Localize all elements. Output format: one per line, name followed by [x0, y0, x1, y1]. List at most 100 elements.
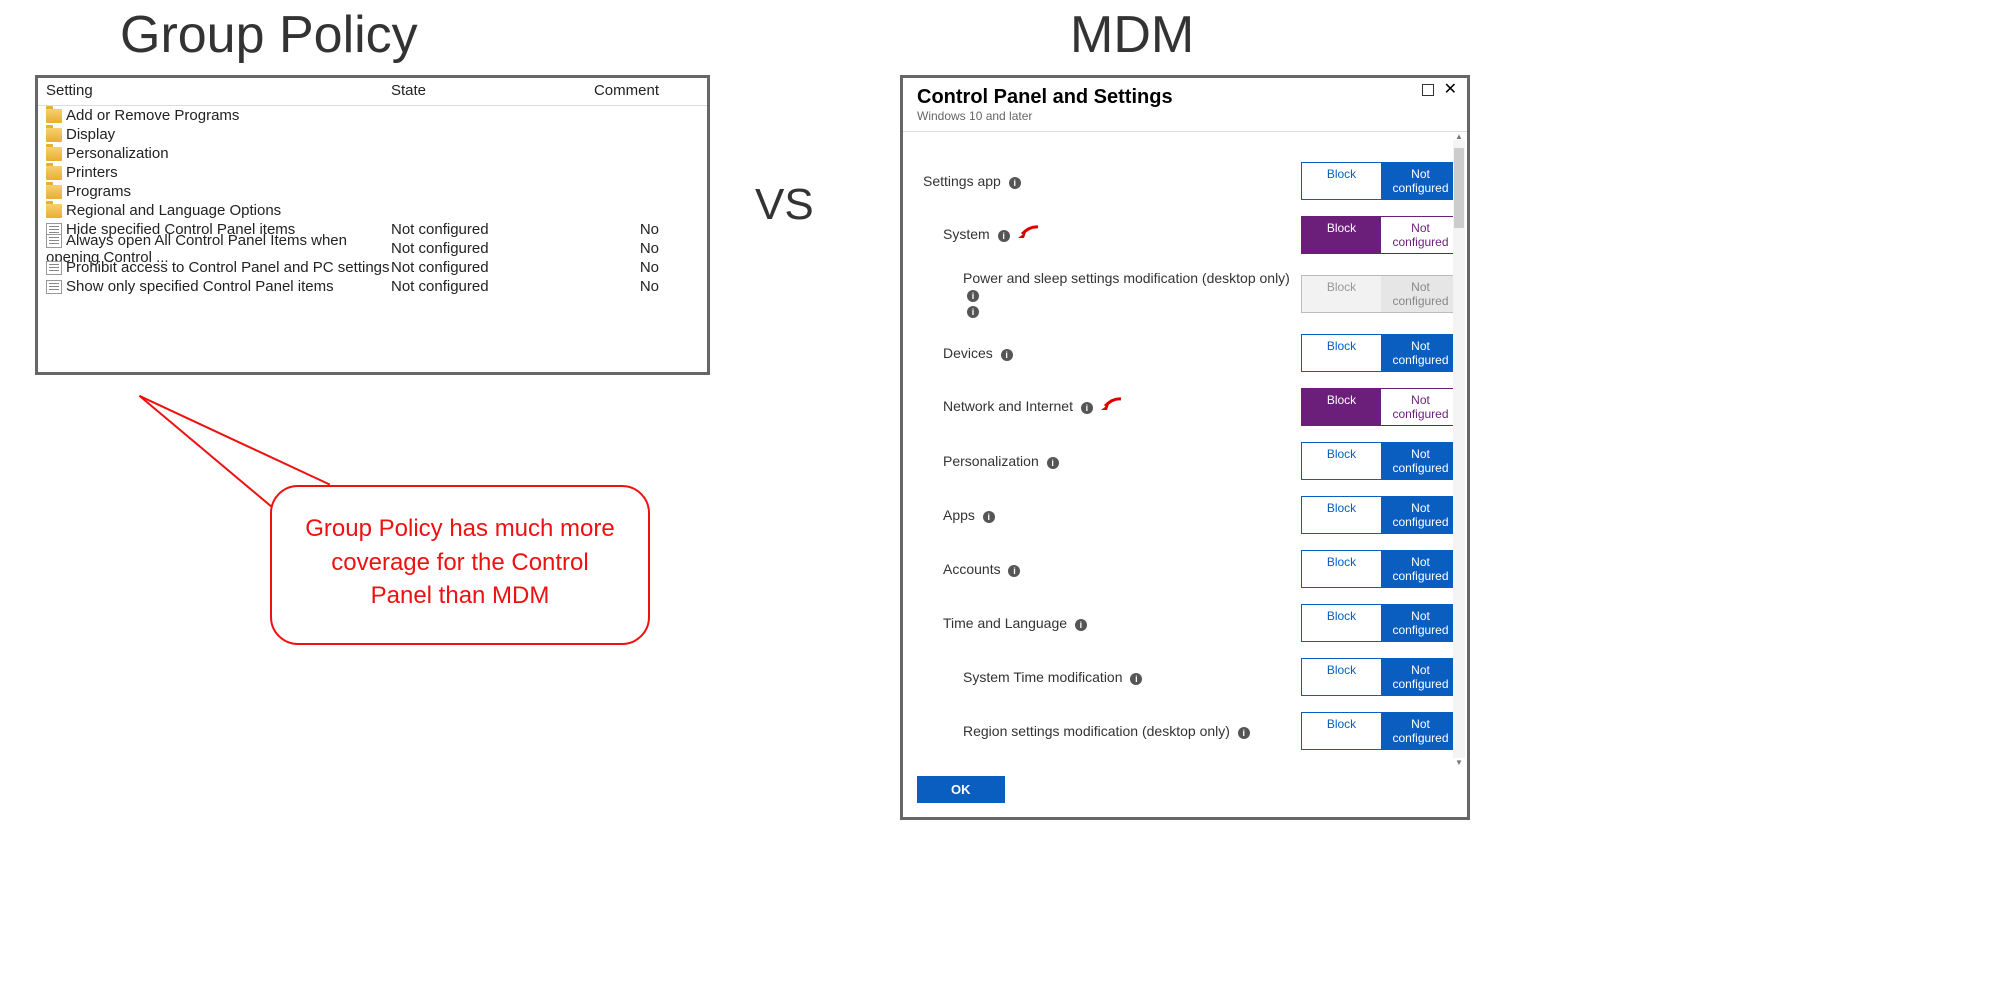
folder-icon	[46, 147, 62, 161]
gp-folder-row[interactable]: Personalization	[38, 144, 707, 163]
gp-folder-row[interactable]: Regional and Language Options	[38, 201, 707, 220]
title-mdm: MDM	[1070, 5, 1194, 65]
gp-policy-state: Not configured	[391, 240, 546, 257]
gp-policy-comment: No	[546, 278, 699, 295]
mdm-title: Control Panel and Settings	[917, 86, 1453, 109]
policy-icon	[46, 280, 62, 294]
callout-pointer-line	[139, 395, 330, 486]
toggle-group: BlockNot configured	[1301, 388, 1461, 426]
mdm-setting-label: Power and sleep settings modification (d…	[923, 270, 1301, 318]
toggle-block-button[interactable]: Block	[1302, 389, 1381, 425]
callout-text: Group Policy has much more coverage for …	[305, 515, 614, 609]
info-icon[interactable]: i	[1081, 402, 1093, 414]
mdm-footer: OK	[903, 766, 1467, 817]
mdm-setting-label: Accounts i	[923, 561, 1301, 577]
mdm-setting-row: Network and Internet iBlockNot configure…	[923, 388, 1461, 426]
info-icon[interactable]: i	[1075, 619, 1087, 631]
toggle-notconfigured-button[interactable]: Not configured	[1381, 551, 1460, 587]
mdm-setting-label: Time and Language i	[923, 615, 1301, 631]
gp-policy-comment: No	[546, 240, 699, 257]
toggle-notconfigured-button[interactable]: Not configured	[1381, 497, 1460, 533]
gp-folder-row[interactable]: Display	[38, 125, 707, 144]
toggle-notconfigured-button[interactable]: Not configured	[1381, 217, 1460, 253]
info-icon[interactable]: i	[1001, 349, 1013, 361]
mdm-setting-row: System iBlockNot configured	[923, 216, 1461, 254]
vs-label: VS	[755, 180, 814, 230]
maximize-icon[interactable]	[1422, 84, 1434, 96]
toggle-notconfigured-button[interactable]: Not configured	[1381, 443, 1460, 479]
toggle-group: BlockNot configured	[1301, 658, 1461, 696]
gp-policy-label: Show only specified Control Panel items	[66, 278, 334, 295]
toggle-notconfigured-button[interactable]: Not configured	[1381, 335, 1460, 371]
gp-policy-comment: No	[546, 221, 699, 238]
info-icon[interactable]: i	[1008, 565, 1020, 577]
mdm-body: Settings app iBlockNot configuredSystem …	[903, 132, 1467, 766]
folder-icon	[46, 166, 62, 180]
mdm-scrollbar[interactable]: ▲ ▼	[1453, 132, 1465, 766]
mdm-setting-row: Time and Language iBlockNot configured	[923, 604, 1461, 642]
policy-icon	[46, 234, 62, 248]
gp-folder-label: Display	[66, 126, 115, 143]
gp-col-setting-header[interactable]: Setting	[46, 82, 391, 99]
info-icon[interactable]: i	[1009, 177, 1021, 189]
folder-icon	[46, 185, 62, 199]
toggle-block-button[interactable]: Block	[1302, 163, 1381, 199]
mdm-setting-row: Personalization iBlockNot configured	[923, 442, 1461, 480]
toggle-block-button[interactable]: Block	[1302, 276, 1381, 312]
toggle-notconfigured-button[interactable]: Not configured	[1381, 276, 1460, 312]
toggle-group: BlockNot configured	[1301, 216, 1461, 254]
gp-col-comment-header[interactable]: Comment	[546, 82, 699, 99]
toggle-group: BlockNot configured	[1301, 162, 1461, 200]
mdm-setting-label: Devices i	[923, 345, 1301, 361]
mdm-header: Control Panel and Settings Windows 10 an…	[903, 78, 1467, 132]
mdm-setting-row: Devices iBlockNot configured	[923, 334, 1461, 372]
toggle-block-button[interactable]: Block	[1302, 605, 1381, 641]
info-icon[interactable]: i	[983, 511, 995, 523]
gp-folder-label: Printers	[66, 164, 118, 181]
scroll-up-icon[interactable]: ▲	[1453, 132, 1465, 140]
toggle-block-button[interactable]: Block	[1302, 217, 1381, 253]
ok-button[interactable]: OK	[917, 776, 1005, 803]
toggle-notconfigured-button[interactable]: Not configured	[1381, 163, 1460, 199]
toggle-block-button[interactable]: Block	[1302, 443, 1381, 479]
toggle-block-button[interactable]: Block	[1302, 713, 1381, 749]
gp-policy-row[interactable]: Always open All Control Panel Items when…	[38, 239, 707, 258]
toggle-notconfigured-button[interactable]: Not configured	[1381, 713, 1460, 749]
callout-bubble: Group Policy has much more coverage for …	[270, 485, 650, 645]
toggle-block-button[interactable]: Block	[1302, 659, 1381, 695]
mdm-setting-row: Settings app iBlockNot configured	[923, 162, 1461, 200]
toggle-notconfigured-button[interactable]: Not configured	[1381, 605, 1460, 641]
gp-col-state-header[interactable]: State	[391, 82, 546, 99]
info-icon[interactable]: i	[1238, 727, 1250, 739]
toggle-block-button[interactable]: Block	[1302, 551, 1381, 587]
mdm-setting-row: Apps iBlockNot configured	[923, 496, 1461, 534]
info-icon[interactable]: i	[967, 290, 979, 302]
toggle-block-button[interactable]: Block	[1302, 335, 1381, 371]
mdm-setting-row: Region settings modification (desktop on…	[923, 712, 1461, 750]
folder-icon	[46, 109, 62, 123]
mdm-setting-label: System Time modification i	[923, 669, 1301, 685]
info-icon[interactable]: i	[998, 230, 1010, 242]
gp-policy-row[interactable]: Prohibit access to Control Panel and PC …	[38, 258, 707, 277]
gp-policy-state: Not configured	[391, 221, 546, 238]
info-icon[interactable]: i	[967, 306, 979, 318]
info-icon[interactable]: i	[1130, 673, 1142, 685]
toggle-notconfigured-button[interactable]: Not configured	[1381, 659, 1460, 695]
gp-policy-row[interactable]: Show only specified Control Panel items N…	[38, 277, 707, 296]
gp-folder-row[interactable]: Programs	[38, 182, 707, 201]
mdm-setting-label: Network and Internet i	[923, 398, 1301, 415]
mdm-setting-label: Apps i	[923, 507, 1301, 523]
toggle-block-button[interactable]: Block	[1302, 497, 1381, 533]
mdm-setting-label: System i	[923, 226, 1301, 243]
scroll-down-icon[interactable]: ▼	[1453, 758, 1465, 766]
gp-folder-row[interactable]: Printers	[38, 163, 707, 182]
toggle-group: BlockNot configured	[1301, 604, 1461, 642]
toggle-notconfigured-button[interactable]: Not configured	[1381, 389, 1460, 425]
scroll-thumb[interactable]	[1454, 148, 1464, 228]
info-icon[interactable]: i	[1047, 457, 1059, 469]
scroll-track[interactable]	[1453, 140, 1465, 758]
gp-folder-row[interactable]: Add or Remove Programs	[38, 106, 707, 125]
close-icon[interactable]: ✕	[1444, 84, 1457, 96]
mdm-setting-row: System Time modification iBlockNot confi…	[923, 658, 1461, 696]
mdm-panel: Control Panel and Settings Windows 10 an…	[900, 75, 1470, 820]
